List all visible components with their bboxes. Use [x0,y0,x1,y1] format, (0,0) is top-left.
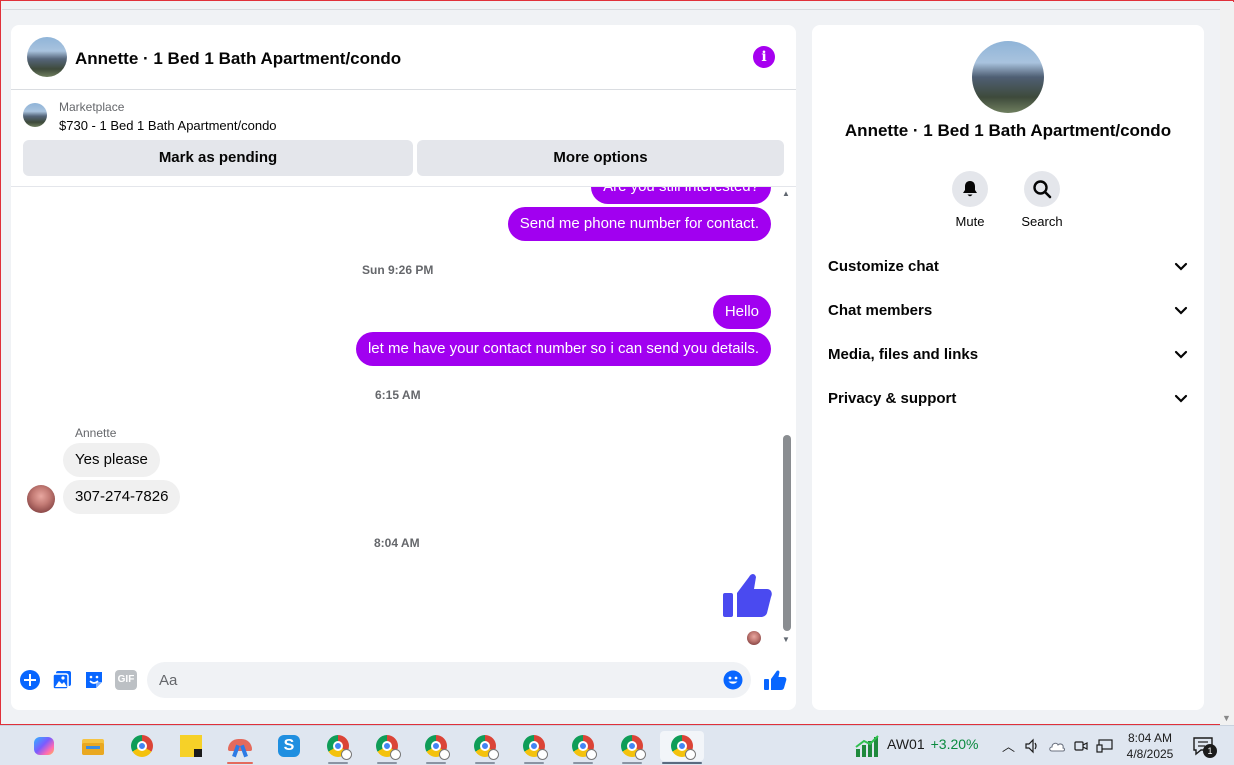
app-running-indicator [524,762,544,764]
browser-window: Annette · 1 Bed 1 Bath Apartment/condo i… [0,0,1234,725]
plus-icon[interactable] [19,669,41,691]
chevron-down-icon [1174,306,1188,315]
chevron-down-icon [1174,262,1188,271]
section-label: Media, files and links [828,346,979,363]
network-icon[interactable] [1096,738,1114,754]
stock-name: AW01 [887,736,925,752]
skype-icon[interactable]: S [274,731,304,761]
marketplace-label: Marketplace [59,100,125,114]
chrome-profile-icon[interactable] [372,731,402,761]
message-timestamp: 6:15 AM [375,388,421,402]
app-running-indicator [426,762,446,764]
sticky-notes-icon[interactable] [176,731,206,761]
scroll-down-arrow-icon[interactable]: ▼ [782,635,790,644]
bell-icon[interactable] [952,171,988,207]
chrome-profile-icon[interactable] [568,731,598,761]
system-clock[interactable]: 8:04 AM 4/8/2025 [1120,730,1180,762]
photo-gallery-icon[interactable] [51,669,73,691]
message-bubble-outgoing[interactable]: Hello [712,295,771,329]
mark-as-pending-button[interactable]: Mark as pending [23,140,413,176]
chrome-profile-icon[interactable] [519,731,549,761]
conversation-details-panel: Annette · 1 Bed 1 Bath Apartment/condo M… [812,25,1204,710]
gif-icon[interactable]: GIF [115,670,137,690]
listing-title[interactable]: $730 - 1 Bed 1 Bath Apartment/condo [59,118,277,133]
stock-change: +3.20% [930,736,979,752]
message-bubble-outgoing[interactable]: let me have your contact number so i can… [355,332,771,366]
search-label: Search [1021,214,1063,229]
message-bubble-outgoing[interactable]: Send me phone number for contact. [507,207,771,241]
app-running-indicator [328,762,348,764]
listing-profile-photo[interactable] [972,41,1044,113]
listing-thumbnail[interactable] [23,103,47,127]
section-label: Chat members [828,302,933,319]
app-running-indicator [377,762,397,764]
message-composer: GIF [11,657,796,705]
chevron-down-icon [1174,350,1188,359]
app-running-indicator [475,762,495,764]
message-input[interactable] [147,662,751,698]
section-chat-members[interactable]: Chat members [828,296,1188,326]
message-timestamp: 8:04 AM [374,536,420,550]
scroll-up-arrow-icon[interactable]: ▲ [782,189,790,198]
clock-time: 8:04 AM [1127,731,1173,745]
message-timestamp: Sun 9:26 PM [362,263,434,277]
details-title: Annette · 1 Bed 1 Bath Apartment/condo [844,121,1172,140]
top-divider [2,9,1220,10]
app-running-indicator [573,762,593,764]
chevron-up-icon[interactable]: ︿ [1002,736,1015,755]
section-customize-chat[interactable]: Customize chat [828,252,1188,282]
section-label: Customize chat [828,258,939,275]
stock-widget[interactable]: AW01 +3.20% [887,736,978,752]
volume-icon[interactable] [1024,738,1040,754]
onedrive-cloud-icon[interactable] [1048,739,1066,753]
message-bubble-outgoing[interactable]: Are you still interested? [591,187,771,204]
chrome-profile-icon[interactable] [323,731,353,761]
info-icon[interactable]: i [753,46,775,68]
thumbs-up-icon[interactable] [721,569,773,621]
sticker-icon[interactable] [83,669,105,691]
chrome-icon[interactable] [127,731,157,761]
marketplace-listing-banner: Marketplace $730 - 1 Bed 1 Bath Apartmen… [11,91,796,187]
message-list: Are you still interested? Send me phone … [11,187,796,647]
clock-date: 4/8/2025 [1126,747,1174,761]
chrome-profile-icon[interactable] [470,731,500,761]
section-media-files-links[interactable]: Media, files and links [828,340,1188,370]
scroll-thumb[interactable] [783,435,791,631]
app-running-indicator [227,762,253,764]
notification-count-badge: 1 [1203,744,1217,758]
search-icon[interactable] [1024,171,1060,207]
chat-header: Annette · 1 Bed 1 Bath Apartment/condo i [11,25,796,90]
message-bubble-incoming[interactable]: 307-274-7826 [63,480,181,514]
app-active-indicator [662,762,702,764]
listing-avatar[interactable] [27,37,67,77]
emoji-icon[interactable] [723,670,743,690]
chrome-profile-icon[interactable] [617,731,647,761]
section-label: Privacy & support [828,390,957,407]
send-like-icon[interactable] [763,668,787,692]
chat-panel: Annette · 1 Bed 1 Bath Apartment/condo i… [11,25,796,710]
scroll-down-arrow-icon[interactable]: ▼ [1222,713,1231,723]
chrome-profile-icon-active[interactable] [660,731,704,761]
mute-button[interactable]: Mute [940,171,1000,229]
windows-taskbar: S AW01 +3.20% ︿ 8:04 AM 4/8/2025 1 [0,725,1234,765]
chat-title[interactable]: Annette · 1 Bed 1 Bath Apartment/condo [75,49,401,69]
app-running-indicator [622,762,642,764]
search-button[interactable]: Search [1012,171,1072,229]
stock-chart-icon[interactable] [854,735,880,757]
mute-label: Mute [955,214,985,229]
meet-now-icon[interactable] [1074,738,1088,754]
seen-receipt-avatar [747,631,761,645]
more-options-button[interactable]: More options [417,140,784,176]
sender-name: Annette [75,426,117,440]
chrome-profile-icon[interactable] [421,731,451,761]
message-bubble-incoming[interactable]: Yes please [63,443,160,477]
section-privacy-support[interactable]: Privacy & support [828,384,1188,414]
sender-avatar[interactable] [27,485,55,513]
chevron-down-icon [1174,394,1188,403]
copilot-icon[interactable] [29,731,59,761]
file-explorer-icon[interactable] [78,731,108,761]
page-scrollbar[interactable]: ▼ [1220,2,1234,725]
message-scrollbar[interactable]: ▲ ▼ [781,187,793,647]
snipping-tool-icon[interactable] [225,731,255,761]
